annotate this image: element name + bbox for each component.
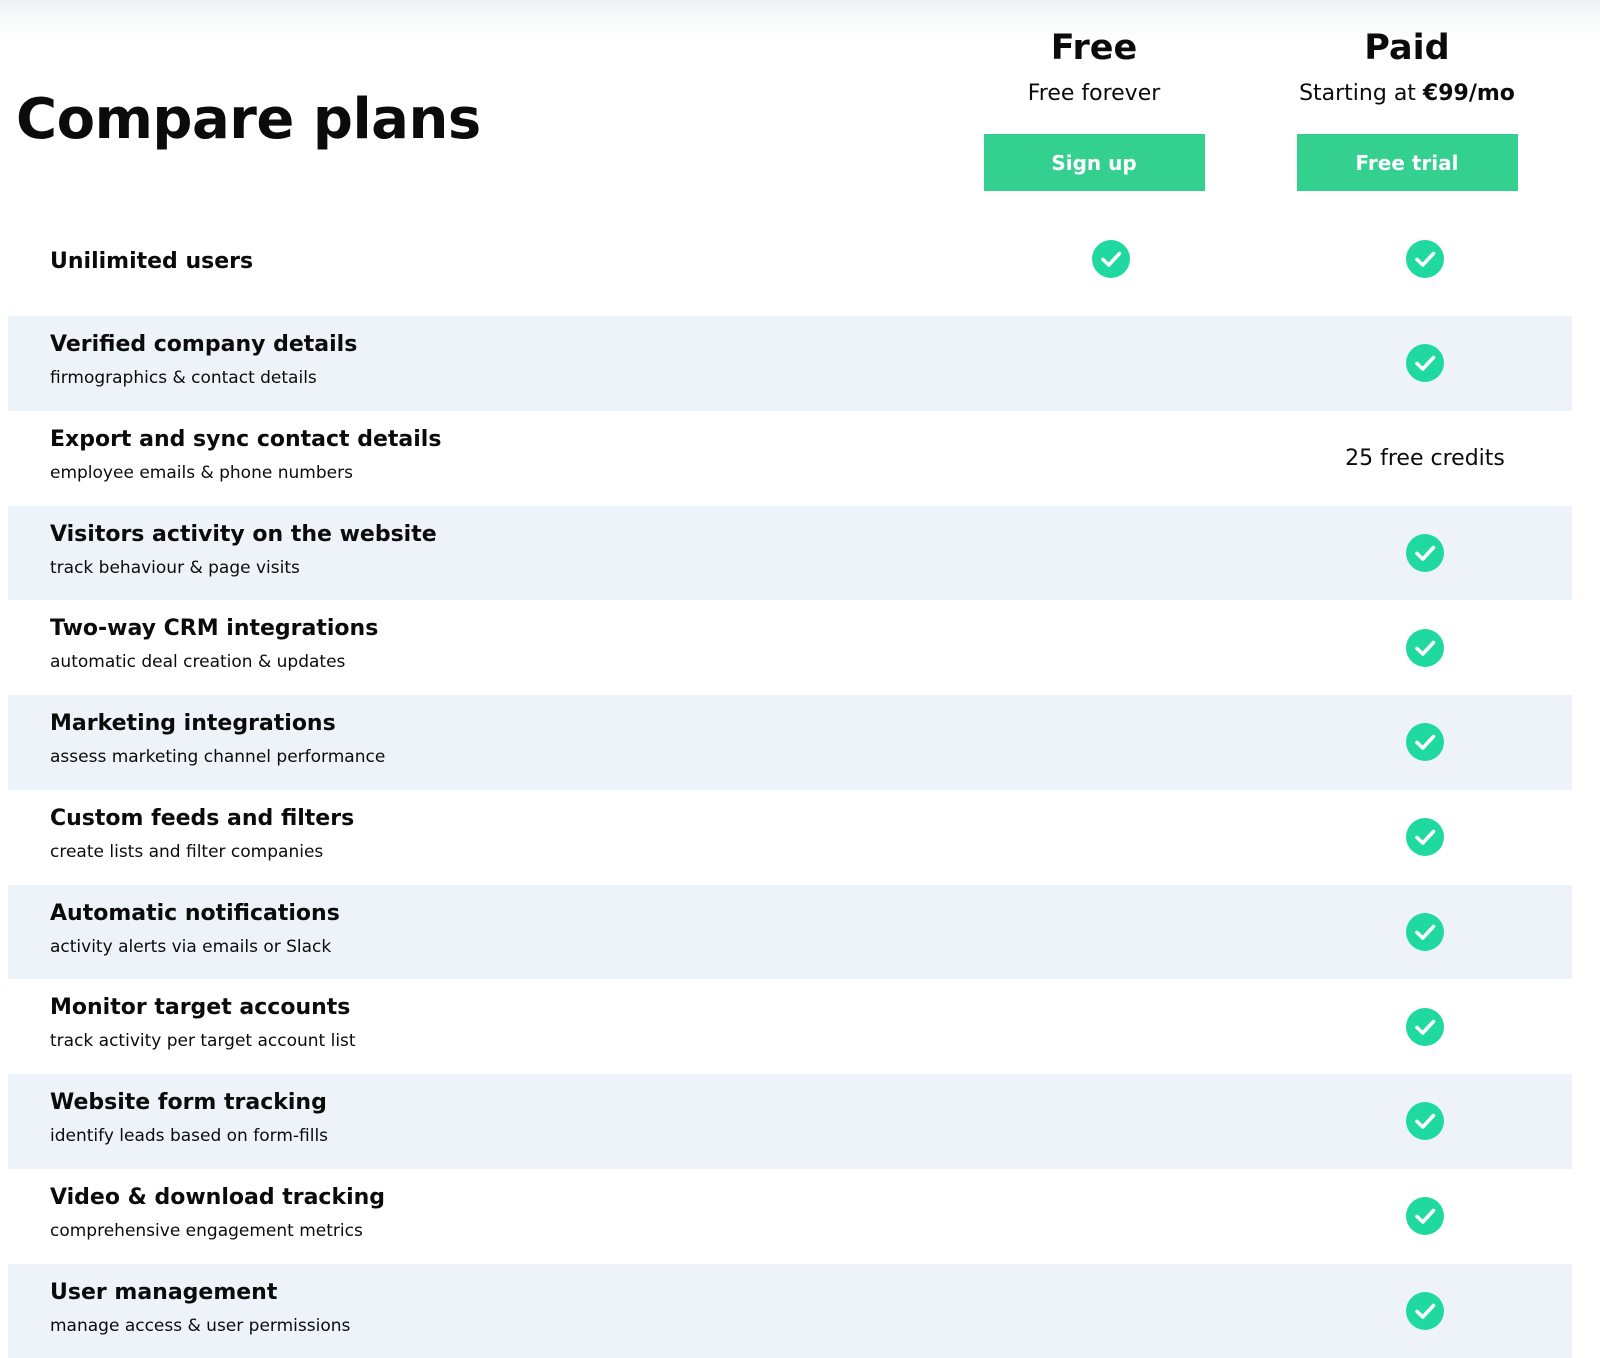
plan-free-header: Free Free forever Sign up — [944, 24, 1244, 191]
feature-row: Two-way CRM integrations automatic deal c… — [8, 600, 1572, 695]
feature-text: Monitor target accounts track activity pe… — [50, 993, 356, 1053]
feature-subtitle: employee emails & phone numbers — [50, 462, 353, 483]
feature-cell-free — [961, 600, 1261, 695]
feature-title: Unilimited users — [50, 249, 254, 274]
feature-cell-free — [961, 1074, 1261, 1169]
feature-cell-paid — [1275, 316, 1575, 411]
feature-title: Verified company details — [50, 332, 358, 357]
plan-free-price: Free forever — [1027, 81, 1161, 106]
check-circle-icon — [1406, 533, 1444, 572]
feature-text: Export and sync contact details employee … — [50, 425, 441, 485]
check-circle-icon — [1406, 1102, 1444, 1141]
feature-cell-free — [961, 1264, 1261, 1358]
sign-up-button[interactable]: Sign up — [983, 134, 1205, 191]
feature-row: Marketing integrations assess marketing c… — [8, 695, 1572, 790]
plan-free-name: Free — [1050, 28, 1138, 68]
feature-subtitle: manage access & user permissions — [50, 1315, 351, 1336]
feature-subtitle: assess marketing channel performance — [50, 747, 386, 767]
feature-subtitle: comprehensive engagement metrics — [50, 1220, 363, 1241]
feature-cell-free — [961, 411, 1261, 506]
feature-title: Visitors activity on the website — [50, 521, 437, 547]
feature-cell-paid — [1275, 1074, 1575, 1169]
feature-cell-free — [961, 695, 1261, 790]
feature-cell-paid — [1275, 506, 1575, 601]
feature-text: Unilimited users — [50, 247, 253, 277]
feature-title: Monitor target accounts — [50, 995, 351, 1021]
feature-row: Video & download tracking comprehensive e… — [8, 1169, 1572, 1264]
check-circle-icon — [1406, 240, 1444, 278]
plan-paid-header: Paid Starting at €99/mo Free trial — [1257, 24, 1557, 191]
feature-title: Export and sync contact details — [50, 426, 442, 452]
feature-row: Visitors activity on the website track be… — [8, 505, 1575, 601]
feature-cell-free — [961, 316, 1261, 411]
feature-subtitle: identify leads based on form-fills — [50, 1126, 329, 1146]
feature-cell-free — [961, 222, 1261, 296]
feature-text: Video & download tracking comprehensive e… — [50, 1183, 385, 1243]
feature-cell-paid — [1275, 885, 1575, 980]
feature-value-paid: 25 free credits — [1345, 445, 1505, 471]
feature-cell-free — [961, 790, 1261, 885]
check-circle-icon — [1406, 723, 1444, 762]
feature-text: Website form tracking identify leads base… — [50, 1088, 328, 1148]
check-circle-icon — [1406, 1197, 1444, 1236]
feature-cell-paid — [1275, 790, 1575, 885]
feature-row: Website form tracking identify leads base… — [8, 1074, 1572, 1169]
feature-row: Unilimited users — [8, 222, 1572, 316]
feature-cell-free — [961, 979, 1261, 1074]
feature-subtitle: automatic deal creation & updates — [50, 652, 346, 673]
feature-subtitle: track behaviour & page visits — [50, 557, 300, 578]
feature-text: Verified company details firmographics & … — [50, 330, 357, 390]
feature-row: Export and sync contact details employee … — [8, 411, 1572, 506]
feature-cell-paid — [1275, 1264, 1575, 1358]
feature-title: Custom feeds and filters — [50, 805, 355, 831]
feature-cell-paid — [1275, 979, 1575, 1074]
feature-title: Two-way CRM integrations — [50, 616, 379, 642]
feature-title: Video & download tracking — [50, 1184, 386, 1210]
feature-text: User management manage access & user perm… — [50, 1278, 350, 1338]
check-circle-icon — [1092, 240, 1130, 278]
plan-paid-name: Paid — [1364, 28, 1450, 68]
feature-cell-paid — [1275, 600, 1575, 695]
feature-cell-free — [961, 885, 1261, 980]
feature-cell-paid — [1275, 1169, 1575, 1264]
feature-text: Automatic notifications activity alerts v… — [50, 899, 340, 959]
feature-title: Marketing integrations — [50, 711, 336, 736]
feature-row: Automatic notifications activity alerts v… — [8, 884, 1575, 980]
feature-subtitle: track activity per target account list — [50, 1031, 356, 1052]
check-circle-icon — [1406, 1007, 1444, 1046]
feature-text: Visitors activity on the website track be… — [50, 520, 437, 580]
feature-row: Custom feeds and filters create lists and… — [8, 790, 1572, 885]
feature-cell-free — [961, 1169, 1261, 1264]
feature-row: Monitor target accounts track activity pe… — [8, 979, 1572, 1074]
feature-subtitle: create lists and filter companies — [50, 841, 324, 862]
check-circle-icon — [1406, 628, 1444, 667]
feature-text: Custom feeds and filters create lists and… — [50, 804, 354, 864]
plan-paid-price-value: €99/mo — [1422, 81, 1515, 106]
feature-cell-free — [961, 506, 1261, 601]
plan-paid-price-prefix: Starting at — [1299, 81, 1423, 106]
free-trial-button[interactable]: Free trial — [1296, 134, 1518, 191]
feature-text: Two-way CRM integrations automatic deal c… — [50, 614, 378, 674]
feature-row: Verified company details firmographics & … — [8, 316, 1572, 411]
feature-text: Marketing integrations assess marketing c… — [50, 709, 385, 769]
check-circle-icon — [1406, 818, 1444, 857]
plan-paid-price: Starting at €99/mo — [1257, 76, 1557, 112]
page-title: Compare plans — [16, 87, 481, 152]
feature-title: Automatic notifications — [50, 900, 340, 926]
check-circle-icon — [1406, 912, 1444, 951]
feature-cell-paid — [1275, 695, 1575, 790]
feature-title: User management — [50, 1279, 278, 1305]
feature-cell-paid: 25 free credits — [1275, 411, 1575, 506]
feature-title: Website form tracking — [50, 1090, 327, 1115]
check-circle-icon — [1406, 1291, 1444, 1330]
feature-cell-paid — [1275, 222, 1575, 296]
feature-subtitle: activity alerts via emails or Slack — [50, 936, 332, 957]
feature-subtitle: firmographics & contact details — [50, 368, 317, 388]
feature-table: Unilimited users Verified company details… — [8, 222, 1572, 1358]
feature-row: User management manage access & user perm… — [8, 1263, 1575, 1358]
check-circle-icon — [1406, 344, 1444, 383]
